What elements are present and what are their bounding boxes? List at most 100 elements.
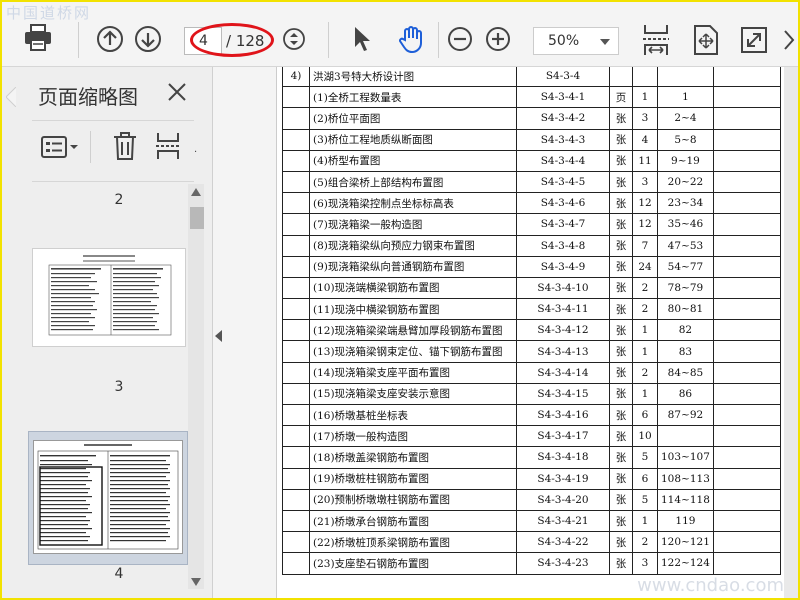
unit-cell: 张 — [609, 213, 633, 236]
zoom-in-button[interactable] — [484, 25, 512, 53]
unit-cell: 张 — [609, 531, 633, 554]
table-row: (15)现浇箱梁支座安装示意图 S4-3-4-15 张 1 86 — [282, 382, 781, 406]
fit-page-icon — [694, 25, 718, 55]
notes-cell — [712, 170, 781, 194]
more-tools-button[interactable] — [782, 28, 796, 52]
notes-cell — [712, 425, 781, 448]
table-row: (6)现浇箱梁控制点坐标标高表 S4-3-4-6 张 12 23~34 — [282, 192, 781, 215]
page-range-cell: 83 — [657, 340, 714, 363]
row-number-cell — [282, 170, 310, 194]
fullscreen-button[interactable] — [739, 24, 769, 56]
unit-cell: 张 — [609, 382, 633, 406]
thumbnail-page-4-image — [37, 444, 179, 550]
list-options-icon — [41, 136, 78, 158]
notes-cell — [712, 467, 781, 490]
notes-cell — [712, 509, 781, 533]
page-range-cell — [657, 425, 714, 448]
sheet-count-cell: 2 — [632, 298, 658, 321]
drawing-name-cell: (19)桥墩桩柱钢筋布置图 — [309, 467, 517, 490]
drawing-code-cell: S4-3-4-16 — [516, 403, 610, 427]
arrow-down-icon — [135, 26, 161, 52]
thumbnails-scrollbar[interactable] — [188, 184, 204, 589]
drawing-code-cell: S4-3-4-21 — [516, 509, 610, 533]
zoom-level-value: 50% — [548, 33, 580, 49]
drawing-code-cell: S4-3-4-10 — [516, 276, 610, 300]
notes-cell — [712, 234, 781, 257]
row-number-cell — [282, 446, 310, 469]
sheet-count-cell: 5 — [632, 446, 658, 469]
sheet-count-cell: 12 — [632, 213, 658, 236]
drawing-name-cell: (23)支座垫石钢筋布置图 — [309, 552, 517, 575]
table-row: (4)桥型布置图 S4-3-4-4 张 11 9~19 — [282, 149, 781, 172]
drawing-name-cell: (10)现浇端横梁钢筋布置图 — [309, 276, 517, 300]
insert-page-button[interactable] — [154, 131, 182, 161]
document-scrollbar[interactable] — [784, 67, 798, 598]
zoom-out-button[interactable] — [446, 25, 474, 53]
drawing-name-cell: 洪湖3号特大桥设计图 — [309, 67, 517, 88]
print-button[interactable] — [22, 22, 54, 54]
drawing-code-cell: S4-3-4-11 — [516, 298, 610, 321]
page-range-cell: 5~8 — [657, 128, 714, 151]
row-number-cell — [282, 107, 310, 130]
drawing-name-cell: (14)现浇箱梁支座平面布置图 — [309, 361, 517, 384]
drawing-code-cell: S4-3-4-7 — [516, 213, 610, 236]
drawing-code-cell: S4-3-4-1 — [516, 86, 610, 109]
notes-cell — [712, 67, 781, 88]
thumbnail-options-button[interactable] — [40, 133, 80, 161]
next-page-button[interactable] — [133, 24, 163, 54]
thumbnail-label-3: 3 — [114, 379, 124, 395]
drawing-code-cell: S4-3-4-23 — [516, 552, 610, 575]
fit-width-button[interactable] — [640, 22, 672, 58]
zoom-level-select[interactable]: 50% — [533, 27, 619, 55]
drawing-name-cell: (7)现浇箱梁一般构造图 — [309, 213, 517, 236]
table-row: (13)现浇箱梁钢束定位、锚下钢筋布置图 S4-3-4-13 张 1 83 — [282, 340, 781, 363]
drawing-code-cell: S4-3-4-13 — [516, 340, 610, 363]
fit-width-icon — [643, 25, 669, 55]
sheet-count-cell: 1 — [632, 86, 658, 109]
close-panel-button[interactable] — [166, 81, 188, 103]
row-number-cell — [282, 298, 310, 321]
table-row: (14)现浇箱梁支座平面布置图 S4-3-4-14 张 2 84~85 — [282, 361, 781, 384]
sheet-count-cell: 6 — [632, 403, 658, 427]
page-range-cell: 9~19 — [657, 149, 714, 172]
page-stepper[interactable] — [281, 26, 307, 52]
drawing-index-table: 4) 洪湖3号特大桥设计图 S4-3-4 (1)全桥工程数量表 S4-3-4-1 页 1 1(… — [282, 67, 781, 575]
notes-cell — [712, 276, 781, 300]
row-number-cell — [282, 255, 310, 278]
previous-page-button[interactable] — [95, 24, 125, 54]
notes-cell — [712, 298, 781, 321]
row-number-cell — [282, 425, 310, 448]
thumbnail-page-4[interactable] — [28, 431, 188, 565]
watermark-bottom-right: www.cndao.com — [637, 575, 784, 596]
panel-toolbar: · — [32, 127, 202, 167]
sheet-count-cell: 1 — [632, 319, 658, 342]
page-range-cell: 2~4 — [657, 107, 714, 130]
table-row: 4) 洪湖3号特大桥设计图 S4-3-4 — [282, 67, 781, 88]
page-range-cell: 35~46 — [657, 213, 714, 236]
drawing-name-cell: (16)桥墩基桩坐标表 — [309, 403, 517, 427]
thumbnail-page-3[interactable] — [32, 248, 186, 347]
table-row: (17)桥墩一般构造图 S4-3-4-17 张 10 — [282, 425, 781, 448]
page-range-cell: 119 — [657, 509, 714, 533]
sheet-count-cell: 1 — [632, 382, 658, 406]
trash-icon — [114, 132, 136, 160]
thumbnails-panel: 页面缩略图 · 2 3 4 — [2, 67, 213, 598]
drawing-name-cell: (17)桥墩一般构造图 — [309, 425, 517, 448]
table-row: (3)桥位工程地质纵断面图 S4-3-4-3 张 4 5~8 — [282, 128, 781, 151]
collapse-panel-icon[interactable] — [215, 330, 222, 342]
row-number-cell — [282, 552, 310, 575]
delete-page-button[interactable] — [112, 131, 140, 161]
watermark-top-left: 中国道桥网 — [6, 4, 92, 22]
page-range-cell: 78~79 — [657, 276, 714, 300]
notes-cell — [712, 128, 781, 151]
document-viewport[interactable]: 4) 洪湖3号特大桥设计图 S4-3-4 (1)全桥工程数量表 S4-3-4-1 页 1 1(… — [228, 67, 798, 598]
more-panel-tools-icon[interactable]: · — [194, 147, 197, 158]
hand-tool-button[interactable] — [395, 23, 429, 55]
fit-page-button[interactable] — [690, 22, 722, 58]
hand-icon — [399, 26, 422, 54]
thumbnails-scrollbar-thumb[interactable] — [190, 207, 204, 229]
select-tool-button[interactable] — [348, 24, 376, 54]
scroll-down-icon — [191, 578, 201, 586]
table-row: (12)现浇箱梁梁端悬臂加厚段钢筋布置图 S4-3-4-12 张 1 82 — [282, 319, 781, 342]
drawing-name-cell: (2)桥位平面图 — [309, 107, 517, 130]
